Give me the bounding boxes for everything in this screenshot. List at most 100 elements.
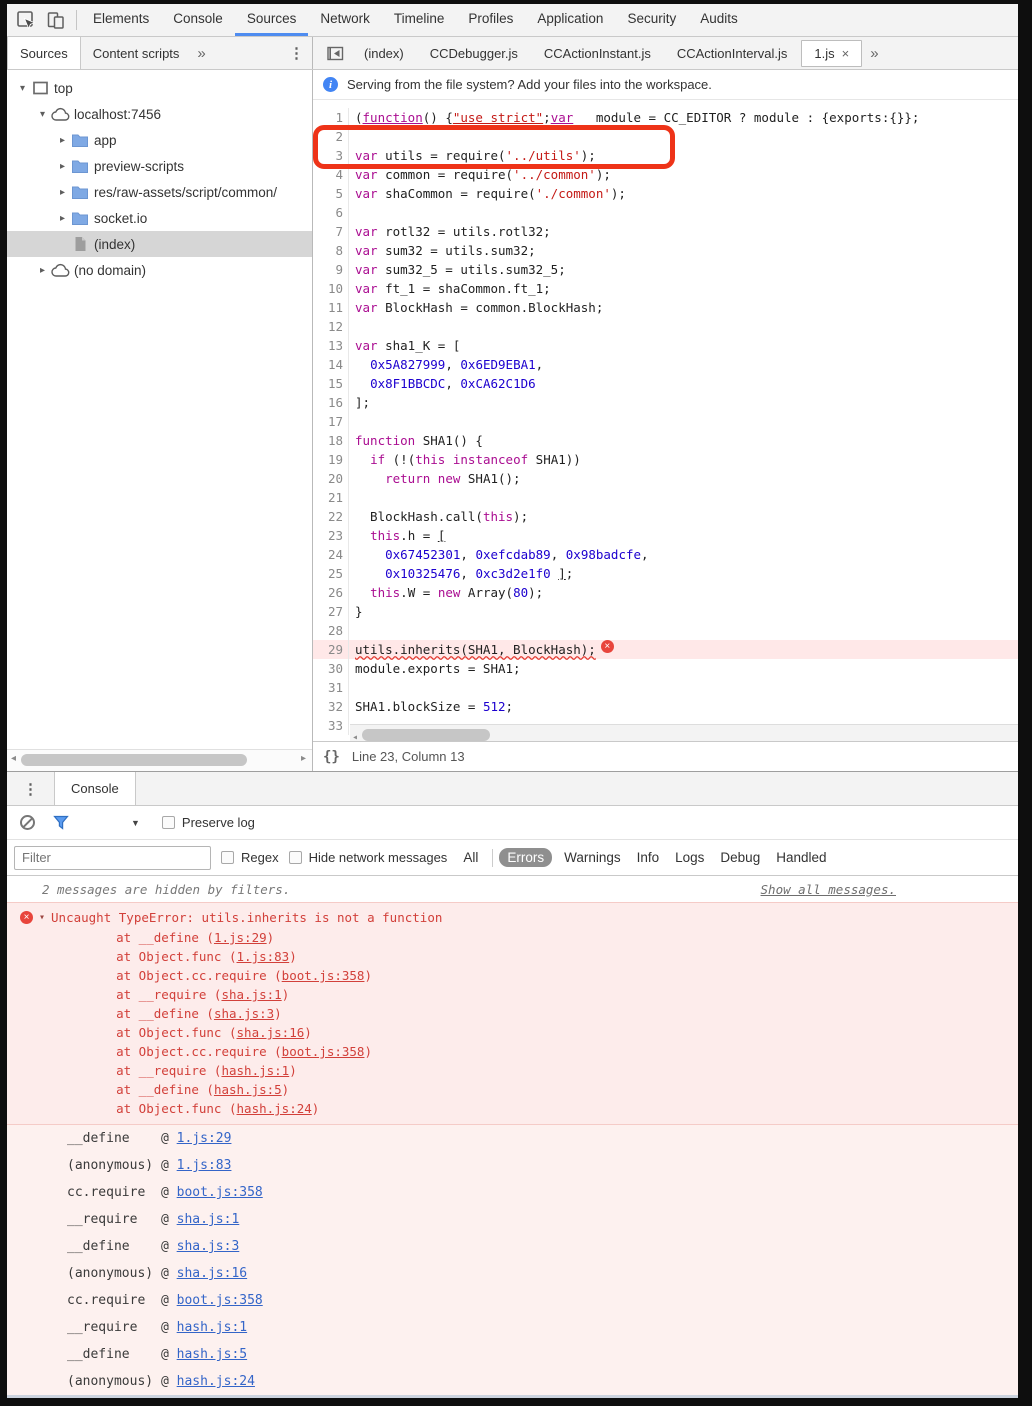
tab-elements[interactable]: Elements xyxy=(81,4,161,36)
file-tab--index-[interactable]: (index) xyxy=(352,37,416,69)
stack-trace-link[interactable]: hash.js:5 xyxy=(214,1082,282,1097)
more-tabs-icon[interactable]: » xyxy=(864,45,884,62)
tab-timeline[interactable]: Timeline xyxy=(382,4,457,36)
tab-sources[interactable]: Sources xyxy=(234,4,309,36)
tab-application[interactable]: Application xyxy=(525,4,615,36)
frame-source-link[interactable]: hash.js:1 xyxy=(177,1320,247,1335)
code-editor[interactable]: 1 (function() {"use strict";var module = … xyxy=(313,100,1018,741)
error-title-row[interactable]: × ▾ Uncaught TypeError: utils.inherits i… xyxy=(7,907,1018,928)
panel-tab-content-scripts[interactable]: Content scripts xyxy=(81,37,192,69)
frame-source-link[interactable]: sha.js:16 xyxy=(177,1266,247,1281)
file-tab-ccdebugger-js[interactable]: CCDebugger.js xyxy=(418,37,530,69)
line-number[interactable]: 25 xyxy=(313,564,349,583)
line-number[interactable]: 23 xyxy=(313,526,349,545)
preserve-log-checkbox[interactable] xyxy=(161,816,175,829)
line-number[interactable]: 27 xyxy=(313,602,349,621)
regex-checkbox[interactable] xyxy=(221,851,234,864)
line-number[interactable]: 28 xyxy=(313,621,349,640)
filter-funnel-icon[interactable] xyxy=(53,815,69,830)
stack-trace-link[interactable]: 1.js:29 xyxy=(214,930,267,945)
stack-trace-link[interactable]: 1.js:83 xyxy=(237,949,290,964)
stack-trace-link[interactable]: boot.js:358 xyxy=(282,968,365,983)
scroll-right-icon[interactable]: ▸ xyxy=(301,753,306,764)
file-tab-ccactioninstant-js[interactable]: CCActionInstant.js xyxy=(532,37,663,69)
line-number[interactable]: 17 xyxy=(313,412,349,431)
disclosure-closed-icon[interactable]: ▸ xyxy=(55,213,70,224)
tree-item-localhost-7456[interactable]: ▾ localhost:7456 xyxy=(7,101,312,127)
disclosure-closed-icon[interactable]: ▸ xyxy=(55,187,70,198)
drawer-menu-icon[interactable]: ⋮ xyxy=(7,772,54,805)
stack-trace-link[interactable]: hash.js:24 xyxy=(237,1101,312,1116)
panel-tab-sources[interactable]: Sources xyxy=(7,37,81,69)
disclosure-closed-icon[interactable]: ▸ xyxy=(55,161,70,172)
clear-console-icon[interactable] xyxy=(20,815,35,830)
hide-network-checkbox[interactable] xyxy=(288,851,302,864)
preserve-log-label[interactable]: Preserve log xyxy=(182,815,255,830)
editor-scrollbar-thumb[interactable] xyxy=(362,729,490,741)
stack-trace-link[interactable]: sha.js:1 xyxy=(221,987,281,1002)
line-number[interactable]: 3 xyxy=(313,146,349,165)
tree-item-top[interactable]: ▾ top xyxy=(7,75,312,101)
line-number[interactable]: 24 xyxy=(313,545,349,564)
more-panels-icon[interactable]: » xyxy=(191,37,211,69)
line-number[interactable]: 11 xyxy=(313,298,349,317)
line-number[interactable]: 33 xyxy=(313,716,349,735)
line-number[interactable]: 19 xyxy=(313,450,349,469)
tab-audits[interactable]: Audits xyxy=(688,4,750,36)
line-number[interactable]: 22 xyxy=(313,507,349,526)
line-number[interactable]: 21 xyxy=(313,488,349,507)
tree-item-preview-scripts[interactable]: ▸ preview-scripts xyxy=(7,153,312,179)
level-filter-debug[interactable]: Debug xyxy=(712,848,768,867)
disclosure-closed-icon[interactable]: ▸ xyxy=(35,265,50,276)
disclosure-closed-icon[interactable]: ▸ xyxy=(55,135,70,146)
tree-item-socket-io[interactable]: ▸ socket.io xyxy=(7,205,312,231)
line-number[interactable]: 6 xyxy=(313,203,349,222)
navigator-horizontal-scrollbar[interactable]: ◂ ▸ xyxy=(7,749,312,771)
stack-trace-link[interactable]: boot.js:358 xyxy=(282,1044,365,1059)
show-all-messages-link[interactable]: Show all messages. xyxy=(761,882,896,897)
frame-source-link[interactable]: 1.js:29 xyxy=(177,1131,232,1146)
line-number[interactable]: 10 xyxy=(313,279,349,298)
hide-navigator-icon[interactable] xyxy=(327,46,344,61)
level-filter-errors[interactable]: Errors xyxy=(499,848,553,867)
editor-horizontal-scrollbar[interactable]: ◂ xyxy=(350,724,1018,741)
navigator-menu-icon[interactable]: ⋮ xyxy=(281,37,312,69)
level-filter-handled[interactable]: Handled xyxy=(768,848,834,867)
file-tab-1-js[interactable]: 1.js × xyxy=(801,39,863,67)
line-number[interactable]: 16 xyxy=(313,393,349,412)
navigator-scrollbar-thumb[interactable] xyxy=(21,754,247,766)
tab-console[interactable]: Console xyxy=(161,4,235,36)
file-tab-ccactioninterval-js[interactable]: CCActionInterval.js xyxy=(665,37,800,69)
line-number[interactable]: 5 xyxy=(313,184,349,203)
line-number[interactable]: 13 xyxy=(313,336,349,355)
tree-item-app[interactable]: ▸ app xyxy=(7,127,312,153)
line-number[interactable]: 32 xyxy=(313,697,349,716)
line-number[interactable]: 7 xyxy=(313,222,349,241)
device-toolbar-icon[interactable] xyxy=(46,10,66,31)
frame-source-link[interactable]: boot.js:358 xyxy=(177,1293,263,1308)
hide-network-label[interactable]: Hide network messages xyxy=(309,850,448,865)
tree-item--index-[interactable]: (index) xyxy=(7,231,312,257)
disclosure-open-icon[interactable]: ▾ xyxy=(15,83,30,94)
level-filter-info[interactable]: Info xyxy=(629,848,668,867)
tab-profiles[interactable]: Profiles xyxy=(456,4,525,36)
line-number[interactable]: 9 xyxy=(313,260,349,279)
frame-source-link[interactable]: sha.js:1 xyxy=(177,1212,240,1227)
level-filter-warnings[interactable]: Warnings xyxy=(556,848,629,867)
tab-network[interactable]: Network xyxy=(308,4,382,36)
frame-source-link[interactable]: 1.js:83 xyxy=(177,1158,232,1173)
line-number[interactable]: 14 xyxy=(313,355,349,374)
expand-caret-icon[interactable]: ▾ xyxy=(39,912,45,923)
line-number[interactable]: 31 xyxy=(313,678,349,697)
scroll-left-icon[interactable]: ◂ xyxy=(11,753,16,764)
line-number[interactable]: 18 xyxy=(313,431,349,450)
scroll-left-icon[interactable]: ◂ xyxy=(352,728,358,741)
tab-security[interactable]: Security xyxy=(615,4,688,36)
frame-source-link[interactable]: sha.js:3 xyxy=(177,1239,240,1254)
line-number[interactable]: 29 xyxy=(313,640,349,659)
tree-item--no-domain-[interactable]: ▸ (no domain) xyxy=(7,257,312,283)
disclosure-open-icon[interactable]: ▾ xyxy=(35,109,50,120)
regex-label[interactable]: Regex xyxy=(241,850,279,865)
pretty-print-icon[interactable]: {} xyxy=(323,749,340,765)
line-number[interactable]: 30 xyxy=(313,659,349,678)
